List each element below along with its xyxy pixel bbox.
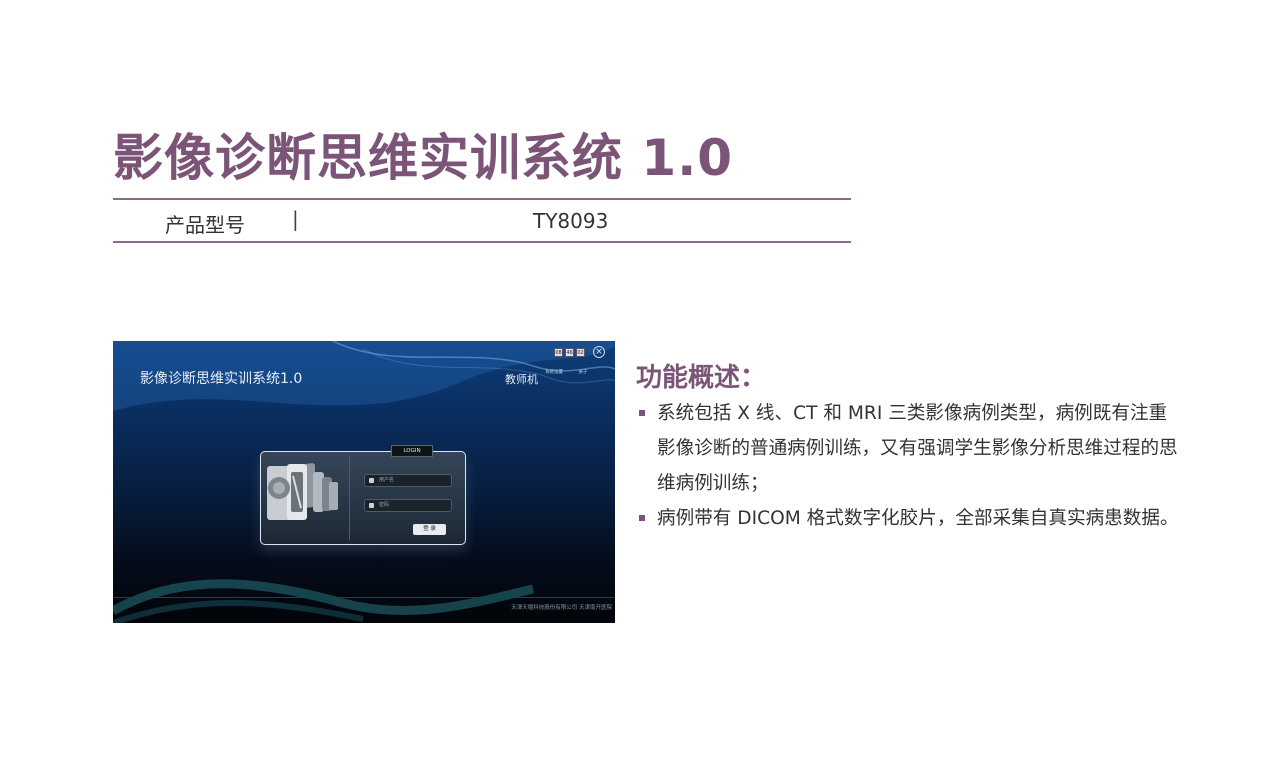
feature-text: 病例带有 DICOM 格式数字化胶片，全部采集自真实病患数据。 — [657, 508, 1179, 529]
clock: 08 46 02 — [554, 348, 585, 357]
model-value: TY8093 — [533, 209, 609, 233]
product-screenshot: 影像诊断思维实训系统1.0 教师机 系统设置 关于 08 46 02 × LOG… — [113, 341, 615, 623]
username-placeholder: 用户名 — [379, 477, 395, 483]
app-title: 影像诊断思维实训系统1.0 — [140, 371, 303, 387]
password-field[interactable]: 密码 — [364, 499, 452, 512]
top-links: 系统设置 关于 — [545, 369, 601, 375]
page-title: 影像诊断思维实训系统 1.0 — [113, 129, 733, 187]
model-separator: | — [292, 207, 299, 231]
footer-text: 天津天堰科技股份有限公司 天津南开医院 — [511, 605, 612, 611]
about-link[interactable]: 关于 — [578, 370, 587, 375]
feature-text: 系统包括 X 线、CT 和 MRI 三类影像病例类型，病例既有注重影像诊断的普通… — [657, 403, 1178, 494]
login-panel: LOGIN 用户名 密码 登 录 — [260, 445, 466, 545]
clock-hours: 08 — [554, 348, 563, 357]
login-tag: LOGIN — [391, 445, 433, 457]
bullet-icon — [639, 410, 645, 416]
bullet-icon — [639, 515, 645, 521]
feature-item: 病例带有 DICOM 格式数字化胶片，全部采集自真实病患数据。 — [638, 501, 1183, 536]
model-label: 产品型号 — [165, 213, 245, 237]
settings-link[interactable]: 系统设置 — [545, 370, 563, 375]
clock-seconds: 02 — [576, 348, 585, 357]
username-field[interactable]: 用户名 — [364, 474, 452, 487]
role-label: 教师机 — [505, 373, 538, 386]
header-divider-bottom — [113, 241, 851, 243]
feature-item: 系统包括 X 线、CT 和 MRI 三类影像病例类型，病例既有注重影像诊断的普通… — [638, 396, 1183, 501]
xray-thumbnails — [267, 463, 338, 520]
login-button[interactable]: 登 录 — [413, 524, 446, 535]
user-icon — [369, 478, 374, 483]
features-list: 系统包括 X 线、CT 和 MRI 三类影像病例类型，病例既有注重影像诊断的普通… — [638, 396, 1183, 536]
login-divider — [349, 456, 350, 540]
features-heading: 功能概述： — [636, 363, 767, 393]
close-icon[interactable]: × — [593, 346, 605, 358]
footer-divider — [113, 597, 615, 598]
lock-icon — [369, 503, 374, 508]
header-divider-top — [113, 198, 851, 200]
password-placeholder: 密码 — [379, 502, 390, 508]
clock-minutes: 46 — [565, 348, 574, 357]
